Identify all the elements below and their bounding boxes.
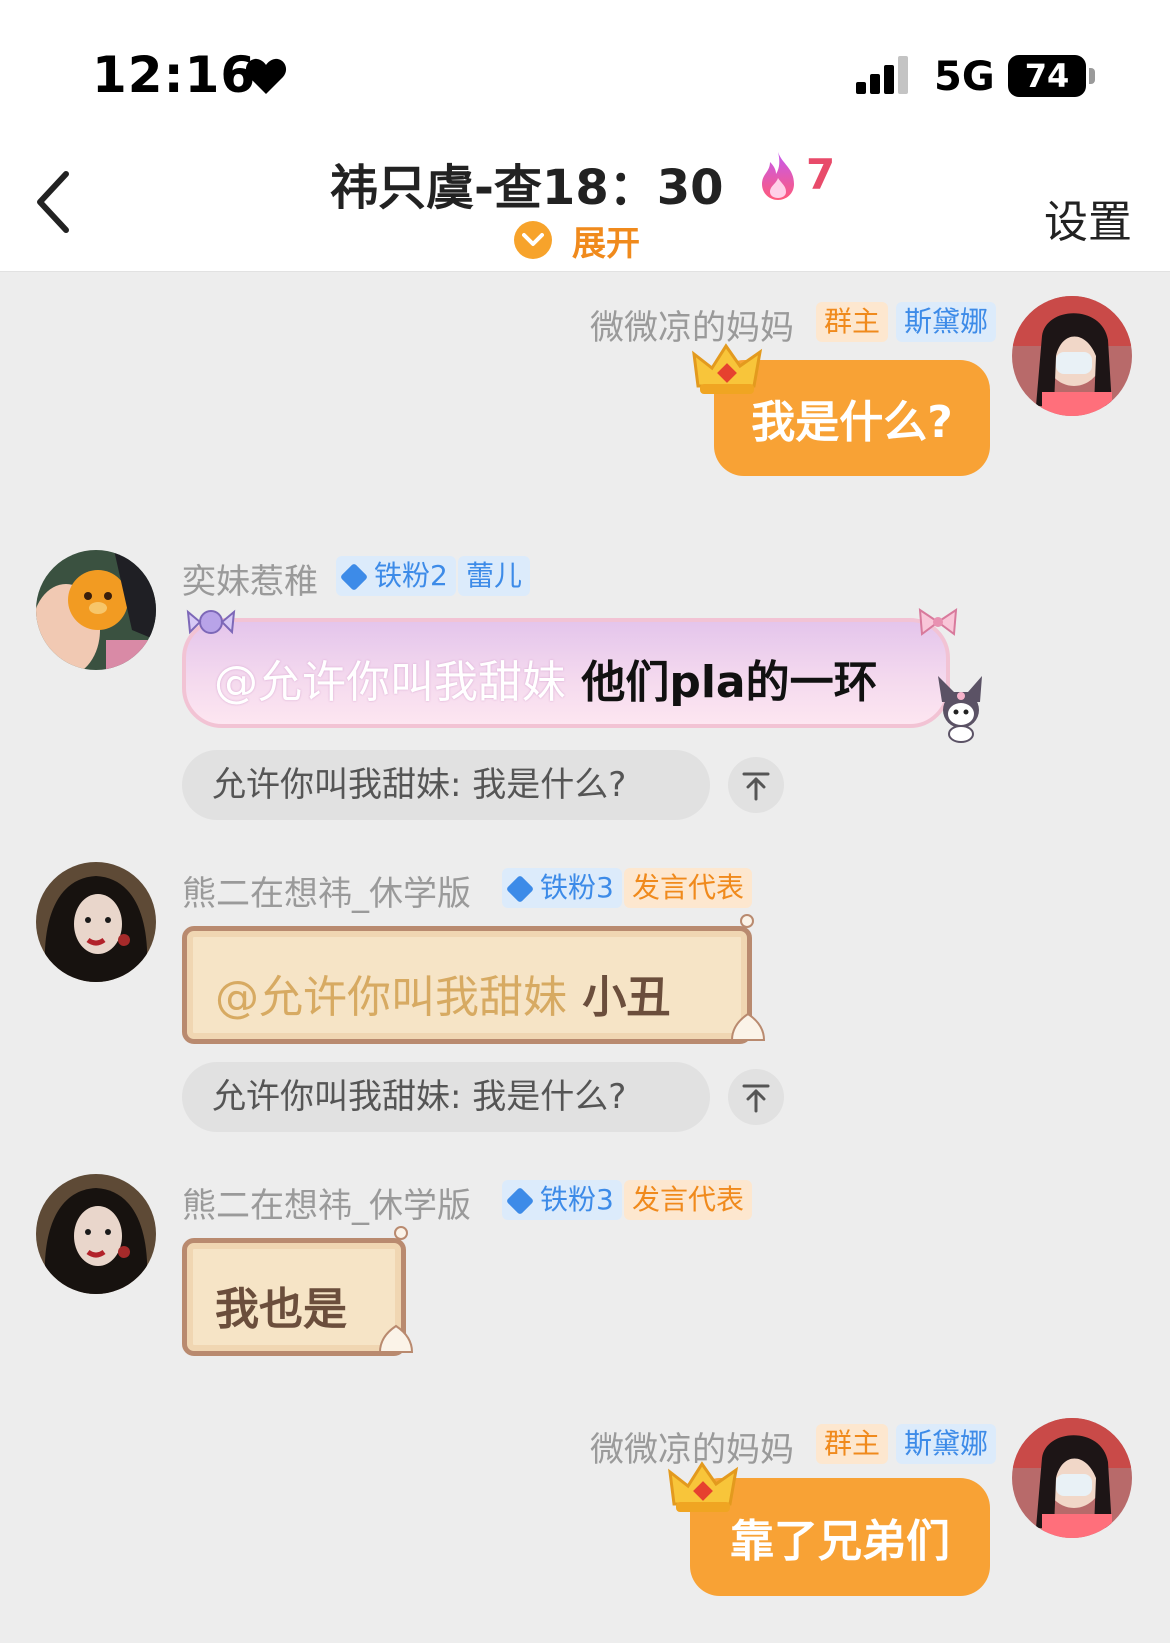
settings-button[interactable]: 设置 bbox=[1044, 186, 1132, 250]
title-badge: 斯黛娜 bbox=[896, 1424, 997, 1464]
chat-header: 祎只虞-查18：30 7 展开 设置 bbox=[0, 130, 1170, 272]
mention-link[interactable]: @允许你叫我甜妹 bbox=[214, 657, 566, 708]
avatar[interactable] bbox=[1012, 296, 1132, 416]
chevron-down-icon bbox=[514, 221, 552, 259]
message-text: 我也是 bbox=[215, 1284, 347, 1335]
network-type: 5G bbox=[934, 54, 995, 100]
title-badge: 发言代表 bbox=[624, 1180, 753, 1220]
battery-icon: 74 bbox=[1008, 55, 1086, 97]
bow-icon bbox=[918, 608, 958, 636]
message-text: 他们pla的一环 bbox=[566, 657, 878, 708]
bubble-dot-icon bbox=[394, 1226, 408, 1240]
message-text: 小丑 bbox=[567, 972, 671, 1023]
status-time: 12:16 bbox=[92, 46, 257, 104]
message-content: @允许你叫我甜妹 小丑 bbox=[215, 961, 670, 1025]
avatar[interactable] bbox=[1012, 1418, 1132, 1538]
crown-icon bbox=[692, 343, 763, 394]
fire-count: 7 bbox=[806, 150, 836, 199]
crown-icon bbox=[668, 1461, 739, 1512]
fan-level-icon bbox=[339, 562, 369, 592]
owner-badge: 群主 bbox=[816, 1424, 889, 1464]
heart-icon bbox=[245, 58, 287, 94]
candy-icon bbox=[186, 609, 236, 635]
status-bar: 12:16 5G 74 bbox=[0, 0, 1170, 130]
avatar[interactable] bbox=[36, 1174, 156, 1294]
jump-to-quote-icon[interactable] bbox=[728, 1069, 784, 1125]
fan-badge: 铁粉3 bbox=[502, 868, 622, 908]
sender-name[interactable]: 奕妹惹稚 bbox=[182, 554, 318, 603]
bun-icon bbox=[730, 1012, 766, 1041]
fan-badge: 铁粉2 bbox=[336, 556, 456, 596]
avatar[interactable] bbox=[36, 550, 156, 670]
kuromi-icon bbox=[938, 676, 982, 743]
quoted-message[interactable]: 允许你叫我甜妹: 我是什么? bbox=[182, 750, 710, 820]
bun-icon bbox=[378, 1324, 414, 1353]
battery-cap bbox=[1089, 68, 1095, 84]
fire-icon bbox=[762, 152, 794, 200]
fan-level-icon bbox=[505, 1186, 535, 1216]
title-badge: 斯黛娜 bbox=[896, 302, 997, 342]
title-badge: 发言代表 bbox=[624, 868, 753, 908]
expand-label: 展开 bbox=[572, 223, 640, 264]
expand-button[interactable]: 展开 bbox=[514, 220, 640, 264]
message-bubble[interactable]: 我也是 bbox=[182, 1238, 406, 1356]
chat-title[interactable]: 祎只虞-查18：30 bbox=[330, 148, 724, 218]
sender-name[interactable]: 熊二在想祎_休学版 bbox=[182, 866, 471, 915]
quoted-message[interactable]: 允许你叫我甜妹: 我是什么? bbox=[182, 1062, 710, 1132]
owner-badge: 群主 bbox=[816, 302, 889, 342]
message-content: @允许你叫我甜妹 他们pla的一环 bbox=[214, 646, 878, 710]
sender-name[interactable]: 熊二在想祎_休学版 bbox=[182, 1178, 471, 1227]
jump-to-quote-icon[interactable] bbox=[728, 757, 784, 813]
avatar[interactable] bbox=[36, 862, 156, 982]
message-text: 我是什么? bbox=[751, 397, 953, 448]
message-text: 靠了兄弟们 bbox=[730, 1516, 950, 1567]
message-bubble[interactable]: @允许你叫我甜妹 他们pla的一环 bbox=[182, 618, 950, 728]
fan-level-icon bbox=[505, 874, 535, 904]
fan-badge: 铁粉3 bbox=[502, 1180, 622, 1220]
message-bubble[interactable]: @允许你叫我甜妹 小丑 bbox=[182, 926, 752, 1044]
signal-icon bbox=[856, 56, 908, 94]
title-badge: 蕾儿 bbox=[458, 556, 531, 596]
message-content: 我也是 bbox=[215, 1273, 347, 1337]
mention-link[interactable]: @允许你叫我甜妹 bbox=[215, 972, 567, 1023]
back-icon[interactable] bbox=[32, 170, 76, 234]
bubble-dot-icon bbox=[740, 914, 754, 928]
